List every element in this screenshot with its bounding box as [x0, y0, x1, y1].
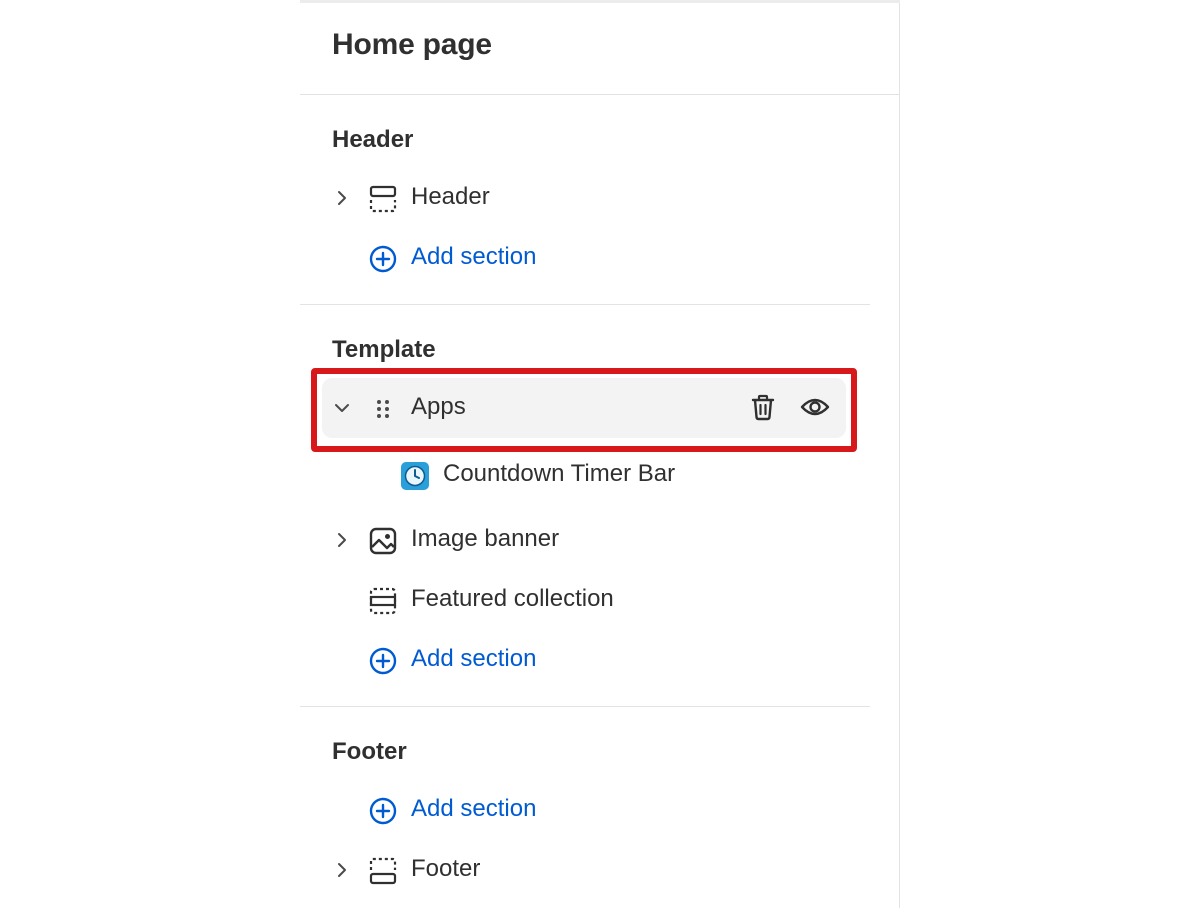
group-title-header: Header — [332, 126, 414, 153]
section-row-image-banner[interactable]: Image banner — [322, 510, 846, 570]
group-divider — [300, 304, 870, 305]
add-section-button-footer[interactable]: Add section — [322, 780, 846, 840]
group-title-footer: Footer — [332, 738, 407, 765]
plus-circle-icon — [369, 797, 397, 825]
trash-icon[interactable] — [748, 392, 778, 422]
section-row-footer[interactable]: Footer — [322, 840, 846, 900]
group-divider — [300, 706, 870, 707]
top-border — [300, 0, 900, 3]
chevron-right-icon[interactable] — [332, 188, 352, 208]
group-title-template: Template — [332, 336, 436, 363]
row-actions — [748, 392, 830, 422]
drag-handle-icon[interactable] — [368, 394, 398, 424]
app-block-countdown-timer-bar[interactable]: Countdown Timer Bar — [322, 446, 846, 506]
add-section-button-template[interactable]: Add section — [322, 630, 846, 690]
section-row-header[interactable]: Header — [322, 168, 846, 228]
plus-circle-icon — [369, 245, 397, 273]
image-icon — [369, 527, 397, 555]
add-section-button-header[interactable]: Add section — [322, 228, 846, 288]
app-block-label: Countdown Timer Bar — [443, 460, 676, 487]
footer-layout-icon — [369, 857, 397, 885]
countdown-app-icon — [401, 462, 429, 490]
add-section-label: Add section — [411, 645, 537, 672]
section-row-featured-collection[interactable]: Featured collection — [322, 570, 846, 630]
header-layout-icon — [369, 185, 397, 213]
section-row-apps[interactable]: Apps — [322, 378, 846, 438]
chevron-down-icon[interactable] — [332, 398, 352, 418]
chevron-right-icon[interactable] — [332, 530, 352, 550]
plus-circle-icon — [369, 647, 397, 675]
section-label: Header — [411, 183, 490, 210]
section-label: Apps — [411, 393, 466, 420]
section-label: Image banner — [411, 525, 560, 552]
theme-sections-panel: Home page Header Header Add section Temp… — [300, 0, 900, 908]
eye-icon[interactable] — [800, 392, 830, 422]
section-layout-icon — [369, 587, 397, 615]
add-section-label: Add section — [411, 243, 537, 270]
section-label: Featured collection — [411, 585, 614, 612]
section-label: Footer — [411, 855, 481, 882]
add-section-label: Add section — [411, 795, 537, 822]
chevron-right-icon[interactable] — [332, 860, 352, 880]
title-divider — [300, 94, 900, 95]
page-title: Home page — [332, 28, 492, 61]
